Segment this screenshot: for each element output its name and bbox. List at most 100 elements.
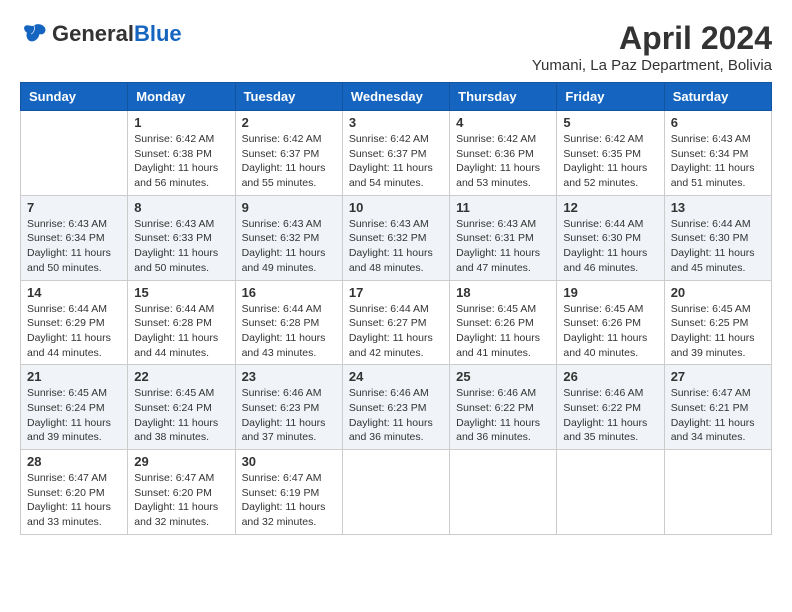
calendar-cell: 10 Sunrise: 6:43 AM Sunset: 6:32 PM Dayli… — [342, 195, 449, 280]
day-number: 12 — [563, 200, 657, 215]
day-info: Sunrise: 6:43 AM Sunset: 6:32 PM Dayligh… — [349, 217, 443, 276]
day-number: 15 — [134, 285, 228, 300]
logo-bird-icon — [20, 20, 48, 48]
calendar-week-row: 1Sunrise: 6:42 AM Sunset: 6:38 PM Daylig… — [21, 111, 772, 196]
day-number: 29 — [134, 454, 228, 469]
day-number: 20 — [671, 285, 765, 300]
day-number: 19 — [563, 285, 657, 300]
day-info: Sunrise: 6:46 AM Sunset: 6:22 PM Dayligh… — [456, 386, 550, 445]
day-number: 18 — [456, 285, 550, 300]
logo: GeneralBlue — [20, 20, 182, 48]
day-info: Sunrise: 6:42 AM Sunset: 6:35 PM Dayligh… — [563, 132, 657, 191]
calendar-cell: 2 Sunrise: 6:42 AM Sunset: 6:37 PM Daylig… — [235, 111, 342, 196]
day-info: Sunrise: 6:46 AM Sunset: 6:23 PM Dayligh… — [242, 386, 336, 445]
day-number: 8 — [134, 200, 228, 215]
calendar-cell: 13Sunrise: 6:44 AM Sunset: 6:30 PM Dayli… — [664, 195, 771, 280]
day-number: 24 — [349, 369, 443, 384]
calendar-cell — [342, 450, 449, 535]
day-info: Sunrise: 6:44 AM Sunset: 6:28 PM Dayligh… — [134, 302, 228, 361]
day-info: Sunrise: 6:43 AM Sunset: 6:31 PM Dayligh… — [456, 217, 550, 276]
day-info: Sunrise: 6:42 AM Sunset: 6:36 PM Dayligh… — [456, 132, 550, 191]
calendar-week-row: 21 Sunrise: 6:45 AM Sunset: 6:24 PM Dayli… — [21, 365, 772, 450]
day-number: 5 — [563, 115, 657, 130]
weekday-header-wednesday: Wednesday — [342, 83, 449, 111]
calendar-week-row: 14 Sunrise: 6:44 AM Sunset: 6:29 PM Dayli… — [21, 280, 772, 365]
day-info: Sunrise: 6:47 AM Sunset: 6:21 PM Dayligh… — [671, 386, 765, 445]
day-info: Sunrise: 6:45 AM Sunset: 6:24 PM Dayligh… — [27, 386, 121, 445]
calendar-cell: 29 Sunrise: 6:47 AM Sunset: 6:20 PM Dayli… — [128, 450, 235, 535]
day-info: Sunrise: 6:47 AM Sunset: 6:20 PM Dayligh… — [27, 471, 121, 530]
calendar-week-row: 28 Sunrise: 6:47 AM Sunset: 6:20 PM Dayli… — [21, 450, 772, 535]
calendar-cell: 14 Sunrise: 6:44 AM Sunset: 6:29 PM Dayli… — [21, 280, 128, 365]
day-number: 21 — [27, 369, 121, 384]
calendar-cell: 27 Sunrise: 6:47 AM Sunset: 6:21 PM Dayli… — [664, 365, 771, 450]
day-number: 6 — [671, 115, 765, 130]
calendar-cell: 8 Sunrise: 6:43 AM Sunset: 6:33 PM Daylig… — [128, 195, 235, 280]
calendar-cell: 6 Sunrise: 6:43 AM Sunset: 6:34 PM Daylig… — [664, 111, 771, 196]
day-number: 27 — [671, 369, 765, 384]
day-number: 2 — [242, 115, 336, 130]
day-number: 7 — [27, 200, 121, 215]
calendar-week-row: 7 Sunrise: 6:43 AM Sunset: 6:34 PM Daylig… — [21, 195, 772, 280]
day-info: Sunrise: 6:46 AM Sunset: 6:22 PM Dayligh… — [563, 386, 657, 445]
calendar-cell: 16 Sunrise: 6:44 AM Sunset: 6:28 PM Dayli… — [235, 280, 342, 365]
weekday-header-tuesday: Tuesday — [235, 83, 342, 111]
day-number: 13 — [671, 200, 765, 215]
day-info: Sunrise: 6:44 AM Sunset: 6:29 PM Dayligh… — [27, 302, 121, 361]
day-number: 25 — [456, 369, 550, 384]
day-info: Sunrise: 6:43 AM Sunset: 6:33 PM Dayligh… — [134, 217, 228, 276]
calendar-cell: 3 Sunrise: 6:42 AM Sunset: 6:37 PM Daylig… — [342, 111, 449, 196]
day-number: 28 — [27, 454, 121, 469]
calendar-cell: 20 Sunrise: 6:45 AM Sunset: 6:25 PM Dayli… — [664, 280, 771, 365]
page-header: GeneralBlue April 2024 Yumani, La Paz De… — [20, 20, 772, 74]
day-number: 23 — [242, 369, 336, 384]
weekday-header-sunday: Sunday — [21, 83, 128, 111]
title-block: April 2024 Yumani, La Paz Department, Bo… — [532, 20, 772, 74]
day-number: 1 — [134, 115, 228, 130]
day-info: Sunrise: 6:43 AM Sunset: 6:32 PM Dayligh… — [242, 217, 336, 276]
calendar-cell: 18 Sunrise: 6:45 AM Sunset: 6:26 PM Dayli… — [450, 280, 557, 365]
calendar-header-row: SundayMondayTuesdayWednesdayThursdayFrid… — [21, 83, 772, 111]
calendar-cell: 22Sunrise: 6:45 AM Sunset: 6:24 PM Dayli… — [128, 365, 235, 450]
calendar-cell: 30Sunrise: 6:47 AM Sunset: 6:19 PM Dayli… — [235, 450, 342, 535]
calendar-table: SundayMondayTuesdayWednesdayThursdayFrid… — [20, 82, 772, 535]
day-number: 22 — [134, 369, 228, 384]
day-info: Sunrise: 6:43 AM Sunset: 6:34 PM Dayligh… — [671, 132, 765, 191]
day-info: Sunrise: 6:42 AM Sunset: 6:37 PM Dayligh… — [242, 132, 336, 191]
day-number: 16 — [242, 285, 336, 300]
day-number: 14 — [27, 285, 121, 300]
day-number: 9 — [242, 200, 336, 215]
day-number: 11 — [456, 200, 550, 215]
calendar-cell: 25 Sunrise: 6:46 AM Sunset: 6:22 PM Dayli… — [450, 365, 557, 450]
day-number: 4 — [456, 115, 550, 130]
calendar-cell: 26Sunrise: 6:46 AM Sunset: 6:22 PM Dayli… — [557, 365, 664, 450]
day-info: Sunrise: 6:44 AM Sunset: 6:28 PM Dayligh… — [242, 302, 336, 361]
calendar-cell: 23 Sunrise: 6:46 AM Sunset: 6:23 PM Dayli… — [235, 365, 342, 450]
calendar-cell: 28 Sunrise: 6:47 AM Sunset: 6:20 PM Dayli… — [21, 450, 128, 535]
calendar-cell: 4 Sunrise: 6:42 AM Sunset: 6:36 PM Daylig… — [450, 111, 557, 196]
day-info: Sunrise: 6:42 AM Sunset: 6:37 PM Dayligh… — [349, 132, 443, 191]
day-number: 10 — [349, 200, 443, 215]
calendar-cell — [557, 450, 664, 535]
weekday-header-friday: Friday — [557, 83, 664, 111]
weekday-header-monday: Monday — [128, 83, 235, 111]
day-number: 17 — [349, 285, 443, 300]
calendar-cell: 9 Sunrise: 6:43 AM Sunset: 6:32 PM Daylig… — [235, 195, 342, 280]
day-info: Sunrise: 6:45 AM Sunset: 6:26 PM Dayligh… — [456, 302, 550, 361]
calendar-cell: 12 Sunrise: 6:44 AM Sunset: 6:30 PM Dayli… — [557, 195, 664, 280]
calendar-cell: 17Sunrise: 6:44 AM Sunset: 6:27 PM Dayli… — [342, 280, 449, 365]
day-info: Sunrise: 6:47 AM Sunset: 6:20 PM Dayligh… — [134, 471, 228, 530]
month-year-title: April 2024 — [532, 20, 772, 57]
logo-text: GeneralBlue — [52, 22, 182, 46]
calendar-cell — [664, 450, 771, 535]
calendar-cell: 15 Sunrise: 6:44 AM Sunset: 6:28 PM Dayli… — [128, 280, 235, 365]
day-info: Sunrise: 6:46 AM Sunset: 6:23 PM Dayligh… — [349, 386, 443, 445]
calendar-cell: 19Sunrise: 6:45 AM Sunset: 6:26 PM Dayli… — [557, 280, 664, 365]
calendar-cell: 11 Sunrise: 6:43 AM Sunset: 6:31 PM Dayli… — [450, 195, 557, 280]
day-number: 3 — [349, 115, 443, 130]
calendar-cell — [21, 111, 128, 196]
day-info: Sunrise: 6:43 AM Sunset: 6:34 PM Dayligh… — [27, 217, 121, 276]
day-info: Sunrise: 6:45 AM Sunset: 6:25 PM Dayligh… — [671, 302, 765, 361]
day-info: Sunrise: 6:44 AM Sunset: 6:30 PM Dayligh… — [563, 217, 657, 276]
weekday-header-saturday: Saturday — [664, 83, 771, 111]
